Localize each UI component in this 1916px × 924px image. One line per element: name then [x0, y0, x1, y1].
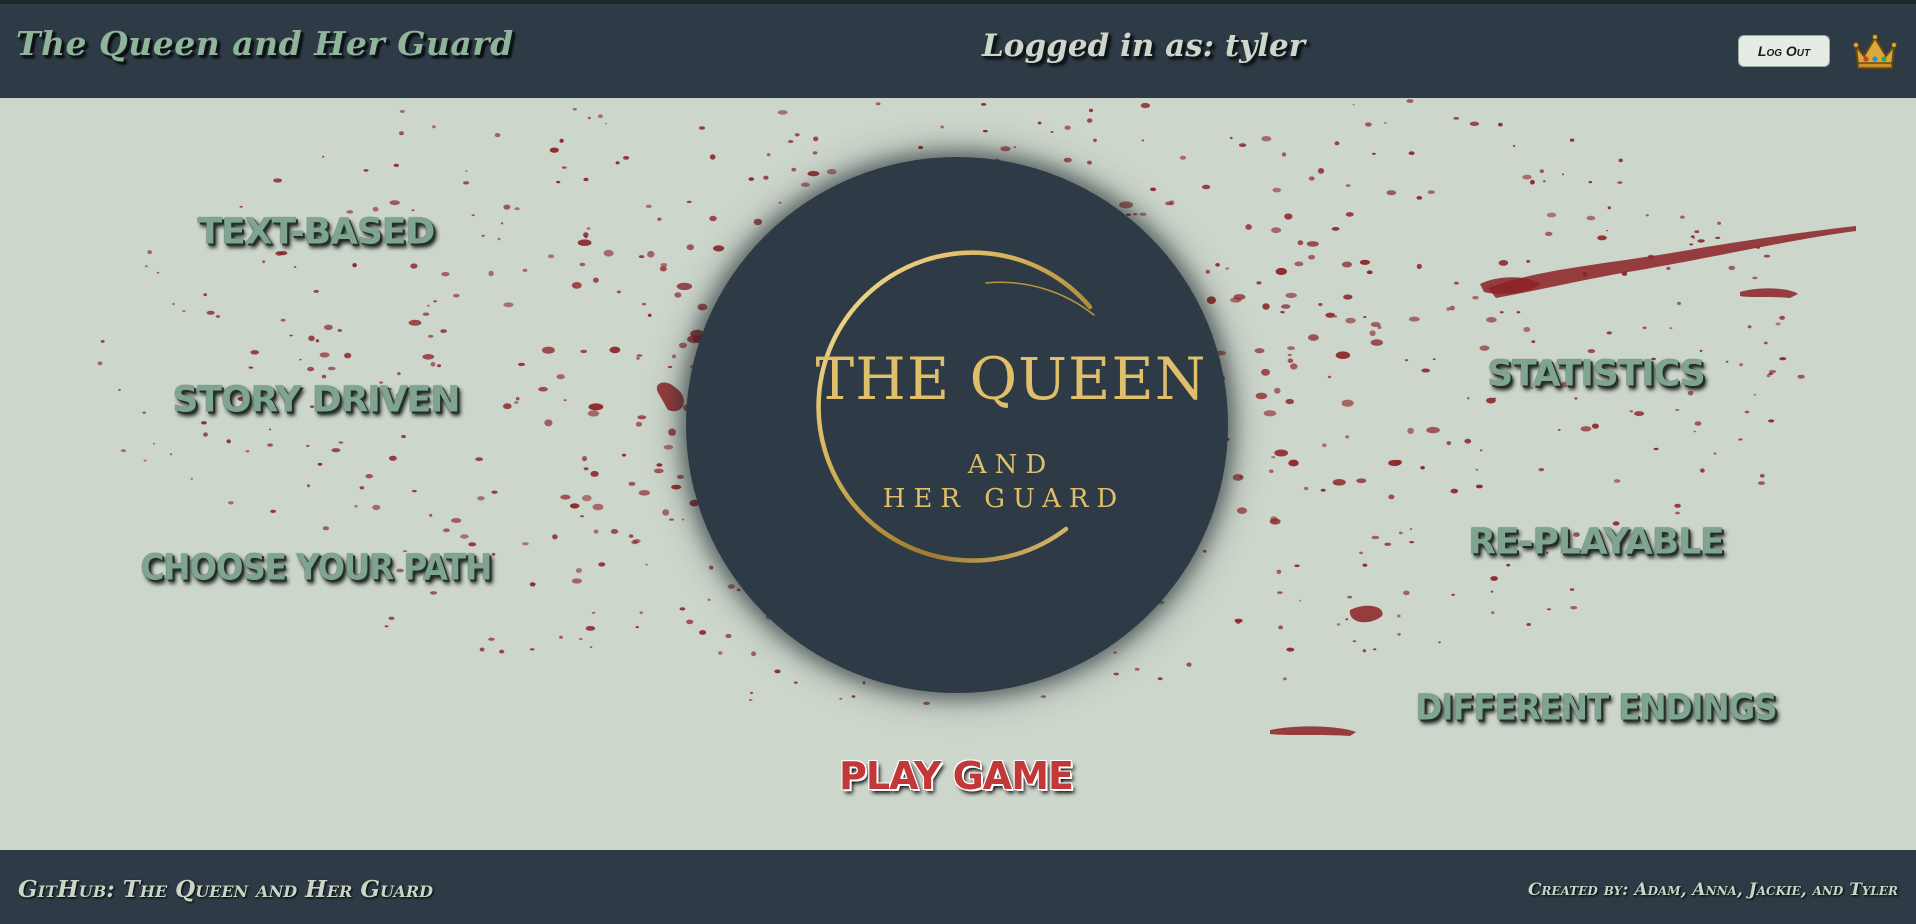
site-title[interactable]: The Queen and Her Guard	[16, 24, 514, 63]
crown-icon[interactable]	[1852, 32, 1898, 72]
credits: Created by: Adam, Anna, Jackie, and Tyle…	[1527, 880, 1898, 900]
logo-line-2: AND	[967, 450, 1054, 480]
login-status: Logged in as: tyler	[982, 28, 1306, 64]
feature-story-driven: STORY DRIVEN	[172, 379, 460, 421]
feature-text-based: TEXT-BASED	[197, 211, 436, 253]
feature-statistics: STATISTICS	[1487, 353, 1706, 395]
header: The Queen and Her Guard Logged in as: ty…	[0, 4, 1916, 98]
github-link[interactable]: GitHub: The Queen and Her Guard	[18, 876, 433, 903]
logout-button[interactable]: Log Out	[1738, 35, 1830, 67]
feature-different-endings: DIFFERENT ENDINGS	[1415, 687, 1777, 729]
feature-re-playable: RE-PLAYABLE	[1468, 521, 1724, 563]
footer: GitHub: The Queen and Her Guard Created …	[0, 850, 1916, 924]
main-area: TEXT-BASED STORY DRIVEN CHOOSE YOUR PATH…	[0, 98, 1916, 850]
feature-choose-your-path: CHOOSE YOUR PATH	[140, 547, 493, 589]
logo-line-1: THE QUEEN	[816, 345, 1207, 413]
logo-line-3: HER GUARD	[883, 484, 1126, 514]
game-logo: THE QUEEN AND HER GUARD	[686, 157, 1228, 693]
play-game-button[interactable]: PLAY GAME	[839, 754, 1074, 798]
